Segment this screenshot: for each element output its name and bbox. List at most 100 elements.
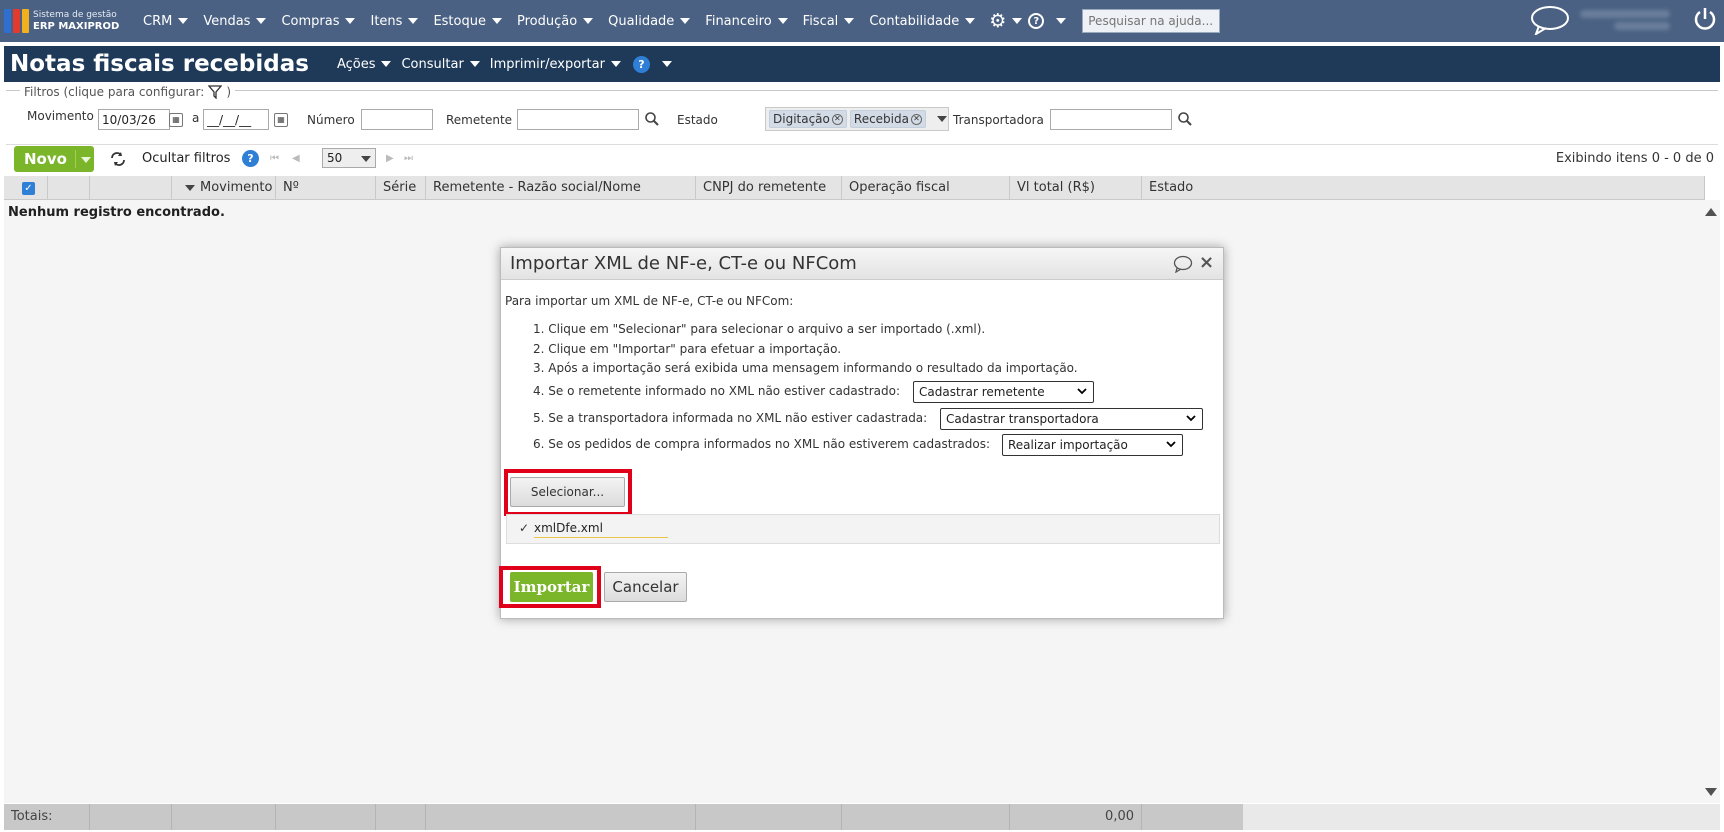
power-icon[interactable] bbox=[1692, 6, 1718, 32]
chevron-down-icon[interactable] bbox=[81, 157, 91, 163]
chevron-down-icon bbox=[1077, 388, 1087, 395]
imprimir-exportar-menu[interactable]: Imprimir/exportar bbox=[490, 57, 621, 72]
page-size-select[interactable]: 50 bbox=[322, 148, 376, 168]
dialog-intro: Para importar um XML de NF-e, CT-e ou NF… bbox=[505, 294, 794, 308]
col-movimento[interactable]: Movimento bbox=[172, 176, 276, 200]
col-serie[interactable]: Série bbox=[376, 176, 426, 200]
step-1: 1. Clique em "Selecionar" para seleciona… bbox=[533, 322, 986, 336]
menu-crm[interactable]: CRM bbox=[134, 0, 194, 42]
help-menu[interactable]: ? bbox=[1028, 0, 1072, 42]
estado-multiselect[interactable]: Digitação ✕ Recebida ✕ bbox=[765, 107, 949, 131]
menu-financeiro[interactable]: Financeiro bbox=[696, 0, 793, 42]
prev-page-icon[interactable]: ◀ bbox=[292, 153, 300, 164]
grid-toolbar: Novo Ocultar filtros ? ⏮ ◀ 50 ▶ ⏭ Exibin… bbox=[6, 144, 1718, 172]
first-page-icon[interactable]: ⏮ bbox=[270, 153, 279, 164]
totals-label: Totais: bbox=[4, 804, 90, 830]
selecionar-button[interactable]: Selecionar... bbox=[510, 477, 625, 507]
gear-icon: ⚙ bbox=[989, 10, 1007, 32]
menu-estoque[interactable]: Estoque bbox=[424, 0, 508, 42]
help-icon: ? bbox=[632, 55, 650, 73]
last-page-icon[interactable]: ⏭ bbox=[404, 153, 413, 164]
chevron-down-icon bbox=[777, 18, 788, 24]
select-all-column: ✓ bbox=[4, 176, 48, 200]
transportadora-input[interactable] bbox=[1050, 109, 1172, 130]
col-operacao-fiscal[interactable]: Operação fiscal bbox=[842, 176, 1010, 200]
estado-chip-digitacao: Digitação ✕ bbox=[769, 110, 847, 128]
grid-header: ✓ Movimento Nº Série Remetente - Razão s… bbox=[4, 176, 1705, 200]
chevron-down-icon bbox=[1186, 415, 1196, 422]
movimento-label: Movimento bbox=[27, 109, 94, 123]
chevron-down-icon bbox=[661, 61, 672, 67]
col-remetente[interactable]: Remetente - Razão social/Nome bbox=[426, 176, 696, 200]
chevron-down-icon bbox=[178, 18, 189, 24]
search-icon[interactable] bbox=[1177, 111, 1193, 127]
logo-line-2: ERP MAXIPROD bbox=[33, 21, 120, 32]
chevron-down-icon bbox=[583, 18, 594, 24]
page-title: Notas fiscais recebidas bbox=[10, 51, 309, 77]
chevron-down-icon bbox=[469, 61, 480, 67]
menu-qualidade[interactable]: Qualidade bbox=[599, 0, 696, 42]
ocultar-filtros-button[interactable]: Ocultar filtros bbox=[142, 151, 230, 166]
col-estado[interactable]: Estado bbox=[1142, 176, 1705, 200]
menu-contabilidade[interactable]: Contabilidade bbox=[860, 0, 981, 42]
chevron-down-icon bbox=[1166, 441, 1176, 448]
menu-compras[interactable]: Compras bbox=[272, 0, 361, 42]
consultar-menu[interactable]: Consultar bbox=[401, 57, 480, 72]
filters-legend[interactable]: Filtros (clique para configurar: ) bbox=[20, 85, 235, 99]
settings-menu[interactable]: ⚙ bbox=[981, 0, 1028, 42]
remetente-action-select[interactable]: Cadastrar remetente bbox=[913, 381, 1094, 403]
close-icon[interactable]: × bbox=[1199, 252, 1214, 273]
cancelar-button[interactable]: Cancelar bbox=[604, 572, 687, 602]
acoes-menu[interactable]: Ações bbox=[337, 57, 392, 72]
col-numero[interactable]: Nº bbox=[276, 176, 376, 200]
menu-itens[interactable]: Itens bbox=[361, 0, 424, 42]
page-header: Notas fiscais recebidas Ações Consultar … bbox=[4, 46, 1720, 82]
totals-row: Totais: 0,00 bbox=[4, 804, 1720, 830]
menu-vendas[interactable]: Vendas bbox=[194, 0, 272, 42]
chevron-down-icon bbox=[1056, 18, 1067, 24]
refresh-icon[interactable] bbox=[109, 151, 127, 167]
movimento-to-input[interactable] bbox=[203, 109, 269, 130]
col-vl-total[interactable]: Vl total (R$) bbox=[1010, 176, 1142, 200]
remove-chip-icon[interactable]: ✕ bbox=[831, 113, 843, 125]
menu-producao[interactable]: Produção bbox=[508, 0, 599, 42]
remove-chip-icon[interactable]: ✕ bbox=[910, 113, 922, 125]
transportadora-label: Transportadora bbox=[953, 113, 1044, 127]
help-icon[interactable]: ? bbox=[242, 150, 259, 167]
user-info[interactable] bbox=[1580, 6, 1680, 36]
next-page-icon[interactable]: ▶ bbox=[386, 153, 394, 164]
transportadora-action-select[interactable]: Cadastrar transportadora bbox=[940, 408, 1203, 430]
comment-icon[interactable] bbox=[1173, 255, 1193, 273]
numero-label: Número bbox=[307, 113, 355, 127]
calendar-icon[interactable]: ▦ bbox=[274, 113, 288, 127]
pedidos-action-select[interactable]: Realizar importação bbox=[1002, 434, 1183, 456]
estado-label: Estado bbox=[677, 113, 718, 127]
numero-input[interactable] bbox=[361, 109, 433, 130]
chevron-down-icon bbox=[610, 61, 621, 67]
select-all-checkbox[interactable]: ✓ bbox=[22, 182, 35, 195]
importar-button[interactable]: Importar bbox=[510, 572, 593, 602]
menu-fiscal[interactable]: Fiscal bbox=[794, 0, 861, 42]
chat-icon[interactable] bbox=[1530, 5, 1570, 35]
calendar-icon[interactable]: ▦ bbox=[169, 113, 183, 127]
funnel-icon bbox=[208, 85, 223, 99]
movimento-from-input[interactable] bbox=[98, 109, 170, 130]
help-icon: ? bbox=[1028, 13, 1045, 29]
step-2: 2. Clique em "Importar" para efetuar a i… bbox=[533, 342, 842, 356]
pagination-status: Exibindo itens 0 - 0 de 0 bbox=[1555, 151, 1714, 166]
col-cnpj[interactable]: CNPJ do remetente bbox=[696, 176, 842, 200]
step-5: 5. Se a transportadora informada no XML … bbox=[533, 411, 928, 425]
chevron-down-icon bbox=[844, 18, 855, 24]
page-help-menu[interactable]: ? bbox=[631, 55, 672, 73]
chevron-down-icon bbox=[345, 18, 356, 24]
dialog-title-bar: Importar XML de NF-e, CT-e ou NFCom × bbox=[501, 248, 1223, 280]
chevron-down-icon[interactable] bbox=[936, 116, 947, 122]
dialog-title: Importar XML de NF-e, CT-e ou NFCom bbox=[510, 253, 857, 274]
remetente-input[interactable] bbox=[517, 109, 639, 130]
chevron-down-icon bbox=[965, 18, 976, 24]
estado-chip-recebida: Recebida ✕ bbox=[849, 110, 926, 128]
app-logo[interactable]: Sistema de gestão ERP MAXIPROD bbox=[4, 0, 134, 42]
novo-button[interactable]: Novo bbox=[14, 146, 94, 172]
help-search-input[interactable] bbox=[1082, 9, 1221, 33]
search-icon[interactable] bbox=[644, 111, 660, 127]
